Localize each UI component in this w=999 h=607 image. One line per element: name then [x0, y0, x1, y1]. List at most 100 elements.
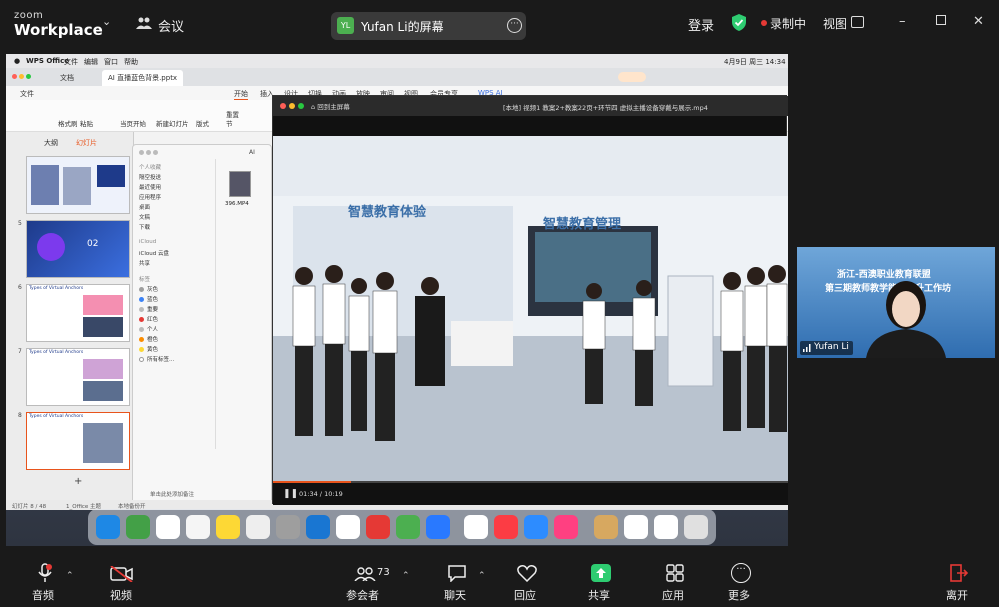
slide-thumbnail-selected[interactable]: Types of Virtual Anchors — [26, 412, 130, 470]
zoom-dock-icon[interactable] — [524, 515, 548, 539]
traffic-minimize-icon[interactable] — [19, 74, 24, 79]
app-dock-icon[interactable] — [336, 515, 360, 539]
layout-button[interactable]: 版式 — [196, 118, 209, 128]
wps-tab-pptx[interactable]: AI 直播蓝色背景.pptx — [102, 70, 184, 86]
finder-item[interactable]: 隔空投送 — [139, 173, 161, 181]
self-video-tile[interactable]: 浙江-西澳职业教育联盟 第三期教师教学能力提升工作坊 Yufan Li — [797, 247, 995, 358]
slide-thumbnail[interactable] — [26, 156, 130, 214]
reminders-dock-icon[interactable] — [186, 515, 210, 539]
safari-dock-icon[interactable] — [306, 515, 330, 539]
folder-dock-icon[interactable] — [594, 515, 618, 539]
finder-item[interactable]: iCloud 云盘 — [139, 249, 169, 257]
trash-dock-icon[interactable] — [684, 515, 708, 539]
messages-dock-icon[interactable] — [126, 515, 150, 539]
app-dock-icon[interactable] — [554, 515, 578, 539]
tag-item[interactable]: 橙色 — [139, 335, 158, 343]
chevron-down-icon[interactable]: ⌄ — [102, 15, 112, 28]
meeting-icon[interactable] — [136, 16, 152, 30]
maximize-icon[interactable] — [936, 15, 946, 25]
player-zoom-icon[interactable] — [298, 103, 304, 109]
video-frame[interactable]: 智慧教育体验 智慧教育管理 — [273, 136, 788, 481]
finder-item[interactable]: 共享 — [139, 259, 150, 267]
paste-button[interactable]: 粘贴 — [80, 118, 93, 128]
window-dock-icon[interactable] — [624, 515, 648, 539]
participants-options-chevron-icon[interactable]: ⌃ — [402, 571, 410, 581]
chrome-dock-icon[interactable] — [366, 515, 390, 539]
outline-tab[interactable]: 大纲 — [44, 138, 58, 148]
login-button[interactable]: 登录 — [688, 15, 714, 34]
notes-placeholder[interactable]: 单击此处添加备注 — [150, 490, 194, 498]
add-slide-icon[interactable]: + — [74, 476, 82, 487]
play-from-current-button[interactable]: 当页开始 — [120, 118, 146, 128]
slides-tab[interactable]: 幻灯片 — [76, 138, 97, 148]
shared-screen[interactable]: ● WPS Office 文件 编辑 窗口 帮助 4月9日 周三 14:34 文… — [6, 54, 788, 546]
format-painter-button[interactable]: 格式刷 — [58, 118, 78, 128]
video-button[interactable]: 视频 — [104, 557, 140, 607]
upgrade-badge[interactable] — [618, 72, 646, 82]
settings-dock-icon[interactable] — [276, 515, 300, 539]
close-icon[interactable]: ✕ — [973, 14, 984, 29]
tag-item[interactable]: 个人 — [139, 325, 158, 333]
tag-label: 所有标签... — [147, 357, 175, 363]
notes-dock-icon[interactable] — [216, 515, 240, 539]
music-dock-icon[interactable] — [494, 515, 518, 539]
file-name[interactable]: 396.MP4 — [225, 201, 249, 207]
tag-item[interactable]: 黄色 — [139, 345, 158, 353]
view-grid-icon[interactable] — [851, 16, 864, 28]
chat-options-chevron-icon[interactable]: ⌃ — [478, 571, 486, 581]
participants-button[interactable]: 73 参会者 — [344, 557, 394, 607]
recording-status[interactable]: 录制中 — [770, 15, 806, 32]
finder-minimize-icon[interactable] — [146, 150, 151, 155]
share-button[interactable]: 共享 — [584, 557, 618, 607]
app-dock-icon[interactable] — [246, 515, 270, 539]
traffic-close-icon[interactable] — [12, 74, 17, 79]
minimize-icon[interactable]: – — [899, 14, 906, 29]
leave-button[interactable]: 离开 — [942, 557, 976, 607]
ribbon-tab-active[interactable]: 开始 — [234, 89, 248, 100]
finder-dock-icon[interactable] — [96, 515, 120, 539]
chat-button[interactable]: 聊天 — [440, 557, 474, 607]
finder-zoom-icon[interactable] — [153, 150, 158, 155]
wps-dock-icon[interactable] — [464, 515, 488, 539]
wechat-dock-icon[interactable] — [396, 515, 420, 539]
audio-options-chevron-icon[interactable]: ⌃ — [66, 571, 74, 581]
wps-tab-docs[interactable]: 文档 — [54, 70, 80, 86]
window-dock-icon[interactable] — [654, 515, 678, 539]
tag-item[interactable]: 所有标签... — [139, 355, 174, 363]
player-minimize-icon[interactable] — [289, 103, 295, 109]
view-button[interactable]: 视图 — [823, 15, 847, 32]
player-close-icon[interactable] — [280, 103, 286, 109]
finder-item[interactable]: 文稿 — [139, 213, 150, 221]
finder-section: 个人收藏 — [139, 165, 162, 171]
finder-item[interactable]: 下载 — [139, 223, 150, 231]
more-options-icon[interactable]: ··· — [507, 18, 522, 33]
more-button[interactable]: ··· 更多 — [724, 557, 758, 607]
section-button[interactable]: 节 — [226, 118, 233, 128]
tag-item[interactable]: 重要 — [139, 305, 158, 313]
slide-thumbnail[interactable]: 02 — [26, 220, 130, 278]
pause-icon[interactable]: ❚❚ — [283, 489, 298, 499]
security-shield-icon[interactable] — [732, 14, 746, 31]
video-file-icon[interactable] — [229, 171, 251, 197]
audio-button[interactable]: 音频 — [28, 557, 62, 607]
meeting-label[interactable]: 会议 — [158, 16, 184, 35]
apps-button[interactable]: 应用 — [658, 557, 692, 607]
new-slide-button[interactable]: 新建幻灯片 — [156, 118, 189, 128]
screen-share-pill[interactable]: YL Yufan Li的屏幕 ··· — [331, 12, 526, 40]
finder-item[interactable]: 最近使用 — [139, 183, 161, 191]
home-button[interactable]: ⌂ 回到主屏幕 — [311, 101, 350, 111]
tag-item[interactable]: 蓝色 — [139, 295, 158, 303]
slide-thumbnail[interactable]: Types of Virtual Anchors — [26, 348, 130, 406]
calendar-dock-icon[interactable] — [156, 515, 180, 539]
tag-item[interactable]: 灰色 — [139, 285, 158, 293]
finder-item[interactable]: 桌面 — [139, 203, 150, 211]
slide-thumbnail[interactable]: Types of Virtual Anchors — [26, 284, 130, 342]
ribbon-tab[interactable]: 文件 — [20, 89, 34, 99]
traffic-zoom-icon[interactable] — [26, 74, 31, 79]
finder-item[interactable]: 应用程序 — [139, 193, 161, 201]
app-dock-icon[interactable] — [426, 515, 450, 539]
finder-section: iCloud — [139, 239, 157, 245]
tag-item[interactable]: 红色 — [139, 315, 158, 323]
react-button[interactable]: 回应 — [510, 557, 544, 607]
finder-close-icon[interactable] — [139, 150, 144, 155]
